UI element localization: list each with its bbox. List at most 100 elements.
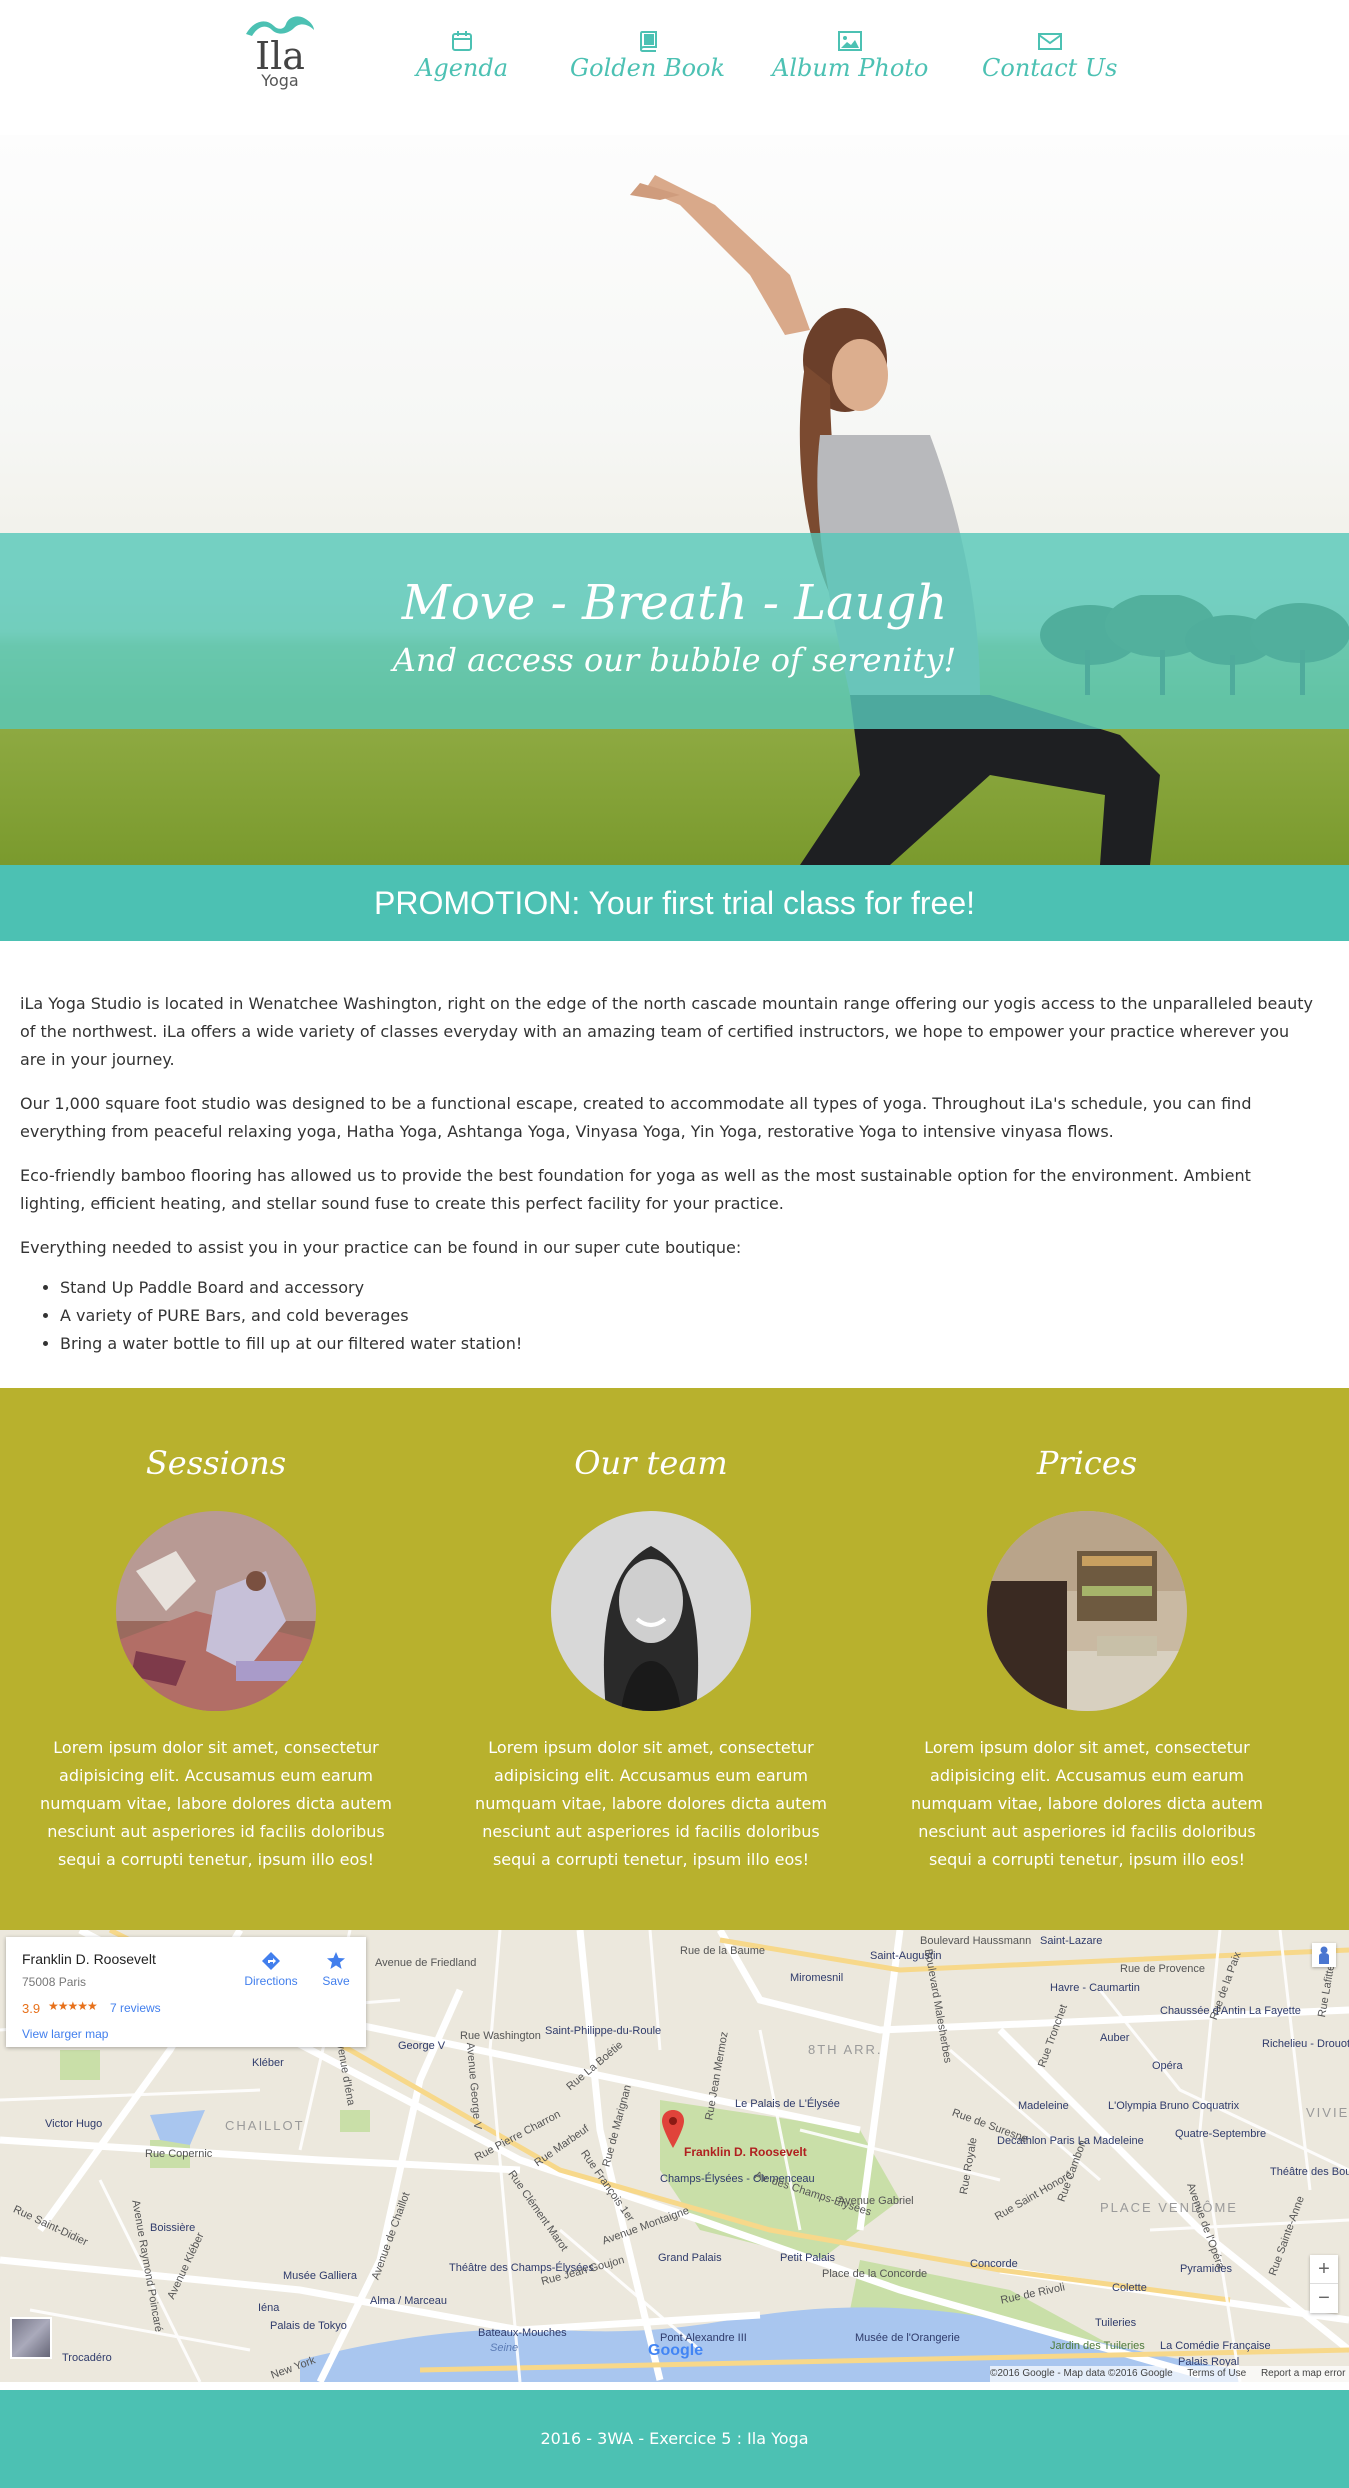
place-label: Tuileries	[1095, 2317, 1137, 2329]
place-label: Saint-Lazare	[1040, 1935, 1103, 1947]
place-label: La Comédie Française	[1160, 2340, 1271, 2352]
street-label: Boulevard Haussmann	[920, 1935, 1032, 1947]
place-label: Chaussée d'Antin La Fayette	[1160, 2005, 1301, 2017]
street-label: Rue Copernic	[145, 2148, 213, 2160]
map-report-error-link[interactable]: Report a map error	[1261, 2368, 1345, 2379]
google-map[interactable]: Avenue de Friedland Rue de la Baume Boul…	[0, 1930, 1349, 2382]
yoga-woman-illustration	[630, 175, 1160, 865]
hero-banner: Move - Breath - Laugh And access our bub…	[0, 135, 1349, 865]
feature-title: Our team	[574, 1444, 728, 1482]
hero-title: Move - Breath - Laugh	[401, 575, 948, 631]
street-label: Rue de Provence	[1120, 1963, 1205, 1975]
promo-banner: PROMOTION: Your first trial class for fr…	[0, 865, 1349, 941]
features-section: Sessions Lorem ipsum dolor sit amet, con…	[0, 1388, 1349, 1930]
boutique-list: Stand Up Paddle Board and accessory A va…	[20, 1274, 1320, 1358]
place-label: George V	[398, 2040, 446, 2052]
book-icon	[639, 31, 657, 52]
map-info-card: Franklin D. Roosevelt 75008 Paris 3.9 ★★…	[6, 1937, 366, 2047]
nav-golden-book[interactable]: Golden Book	[570, 30, 725, 82]
hero-subtitle: And access our bubble of serenity!	[392, 641, 957, 679]
street-label: Rue de la Baume	[680, 1945, 765, 1957]
about-section: iLa Yoga Studio is located in Wenatchee …	[20, 990, 1320, 1358]
image-icon	[838, 31, 863, 51]
logo[interactable]: Ila Yoga	[240, 12, 320, 107]
team-photo[interactable]	[551, 1511, 751, 1711]
about-paragraph: Everything needed to assist you in your …	[20, 1238, 742, 1257]
district-label: CHAILLOT	[225, 2118, 305, 2133]
place-label: Concorde	[970, 2258, 1018, 2270]
place-label: Palais de Tokyo	[270, 2320, 347, 2332]
map-copyright: ©2016 Google - Map data ©2016 Google	[990, 2368, 1173, 2379]
place-label: Trocadéro	[62, 2352, 112, 2364]
place-label: Musée de l'Orangerie	[855, 2332, 960, 2344]
street-label: Rue Washington	[460, 2030, 541, 2042]
map-place-address: 75008 Paris	[22, 1975, 87, 1989]
district-label: 8TH ARR.	[808, 2042, 883, 2057]
directions-button[interactable]: Directions	[236, 1951, 306, 1988]
sessions-photo[interactable]	[116, 1511, 316, 1711]
about-paragraph: iLa Yoga Studio is located in Wenatchee …	[20, 994, 1313, 1069]
place-label: Quatre-Septembre	[1175, 2128, 1267, 2140]
place-label: Havre - Caumartin	[1050, 1982, 1140, 1994]
street-label: Place de la Concorde	[822, 2268, 928, 2280]
pegman-icon[interactable]	[1312, 1943, 1336, 1967]
satellite-toggle-thumbnail[interactable]	[10, 2317, 52, 2359]
site-footer: 2016 - 3WA - Exercice 5 : Ila Yoga	[0, 2390, 1349, 2488]
save-label: Save	[322, 1974, 350, 1988]
nav-agenda-label: Agenda	[416, 54, 509, 82]
list-item: Stand Up Paddle Board and accessory	[60, 1274, 1320, 1302]
place-label: Victor Hugo	[45, 2118, 103, 2130]
place-label: Madeleine	[1018, 2100, 1069, 2112]
nav-contact-us-label: Contact Us	[982, 54, 1118, 82]
hero-overlay: Move - Breath - Laugh And access our bub…	[0, 533, 1349, 729]
map-pin-icon[interactable]	[662, 2110, 684, 2148]
park-label: Jardin des Tuileries	[1050, 2340, 1145, 2352]
directions-icon	[262, 1952, 280, 1970]
place-label: Boissière	[150, 2222, 196, 2234]
feature-text: Lorem ipsum dolor sit amet, consectetur …	[911, 1738, 1263, 1869]
list-item: A variety of PURE Bars, and cold beverag…	[60, 1302, 1320, 1330]
district-label: VIVIEN	[1306, 2105, 1349, 2120]
place-label: Musée Galliera	[283, 2270, 357, 2282]
google-logo: Google	[648, 2342, 704, 2359]
map-place-name: Franklin D. Roosevelt	[22, 1951, 156, 1967]
directions-label: Directions	[244, 1974, 298, 1988]
nav-album-photo-label: Album Photo	[772, 54, 929, 82]
envelope-icon	[1037, 33, 1062, 50]
street-label: Avenue de Friedland	[375, 1957, 477, 1969]
zoom-out-button[interactable]: −	[1310, 2284, 1338, 2312]
logo-subtitle: Yoga	[261, 71, 299, 90]
rating-stars-icon: ★★★★★	[48, 1999, 98, 2013]
prices-photo[interactable]	[987, 1511, 1187, 1711]
place-label: Le Palais de L'Élysée	[735, 2098, 840, 2110]
nav-agenda[interactable]: Agenda	[416, 30, 508, 82]
calendar-icon	[452, 31, 473, 51]
district-label: PLACE VENDÔME	[1100, 2200, 1238, 2215]
view-larger-map-link[interactable]: View larger map	[22, 2027, 108, 2041]
map-pin-label: Franklin D. Roosevelt	[684, 2145, 807, 2159]
map-zoom-control: + −	[1310, 2255, 1338, 2313]
site-header: Ila Yoga Agenda Golden Book Album Photo …	[0, 0, 1349, 135]
place-label: Théâtre des Bouffes Parisiens	[1270, 2166, 1349, 2178]
feature-text: Lorem ipsum dolor sit amet, consectetur …	[40, 1738, 392, 1869]
map-terms-link[interactable]: Terms of Use	[1187, 2368, 1246, 2379]
place-label: Alma / Marceau	[370, 2295, 448, 2307]
place-label: Iéna	[258, 2302, 280, 2314]
save-button[interactable]: Save	[316, 1951, 356, 1988]
nav-album-photo[interactable]: Album Photo	[772, 30, 928, 82]
place-label: Colette	[1112, 2282, 1147, 2294]
map-rating: 3.9	[22, 2001, 41, 2016]
place-label: Auber	[1100, 2032, 1130, 2044]
feature-title: Sessions	[145, 1444, 287, 1482]
nav-contact-us[interactable]: Contact Us	[982, 30, 1117, 82]
map-reviews-link[interactable]: 7 reviews	[110, 2001, 161, 2015]
place-label: Opéra	[1152, 2060, 1183, 2072]
place-label: Grand Palais	[658, 2252, 722, 2264]
footer-text: 2016 - 3WA - Exercice 5 : Ila Yoga	[540, 2429, 809, 2448]
list-item: Bring a water bottle to fill up at our f…	[60, 1330, 1320, 1358]
place-label: Kléber	[252, 2057, 284, 2069]
about-paragraph: Eco-friendly bamboo flooring has allowed…	[20, 1166, 1251, 1213]
place-label: L'Olympia Bruno Coquatrix	[1108, 2100, 1240, 2112]
place-label: Petit Palais	[780, 2252, 836, 2264]
zoom-in-button[interactable]: +	[1310, 2255, 1338, 2284]
